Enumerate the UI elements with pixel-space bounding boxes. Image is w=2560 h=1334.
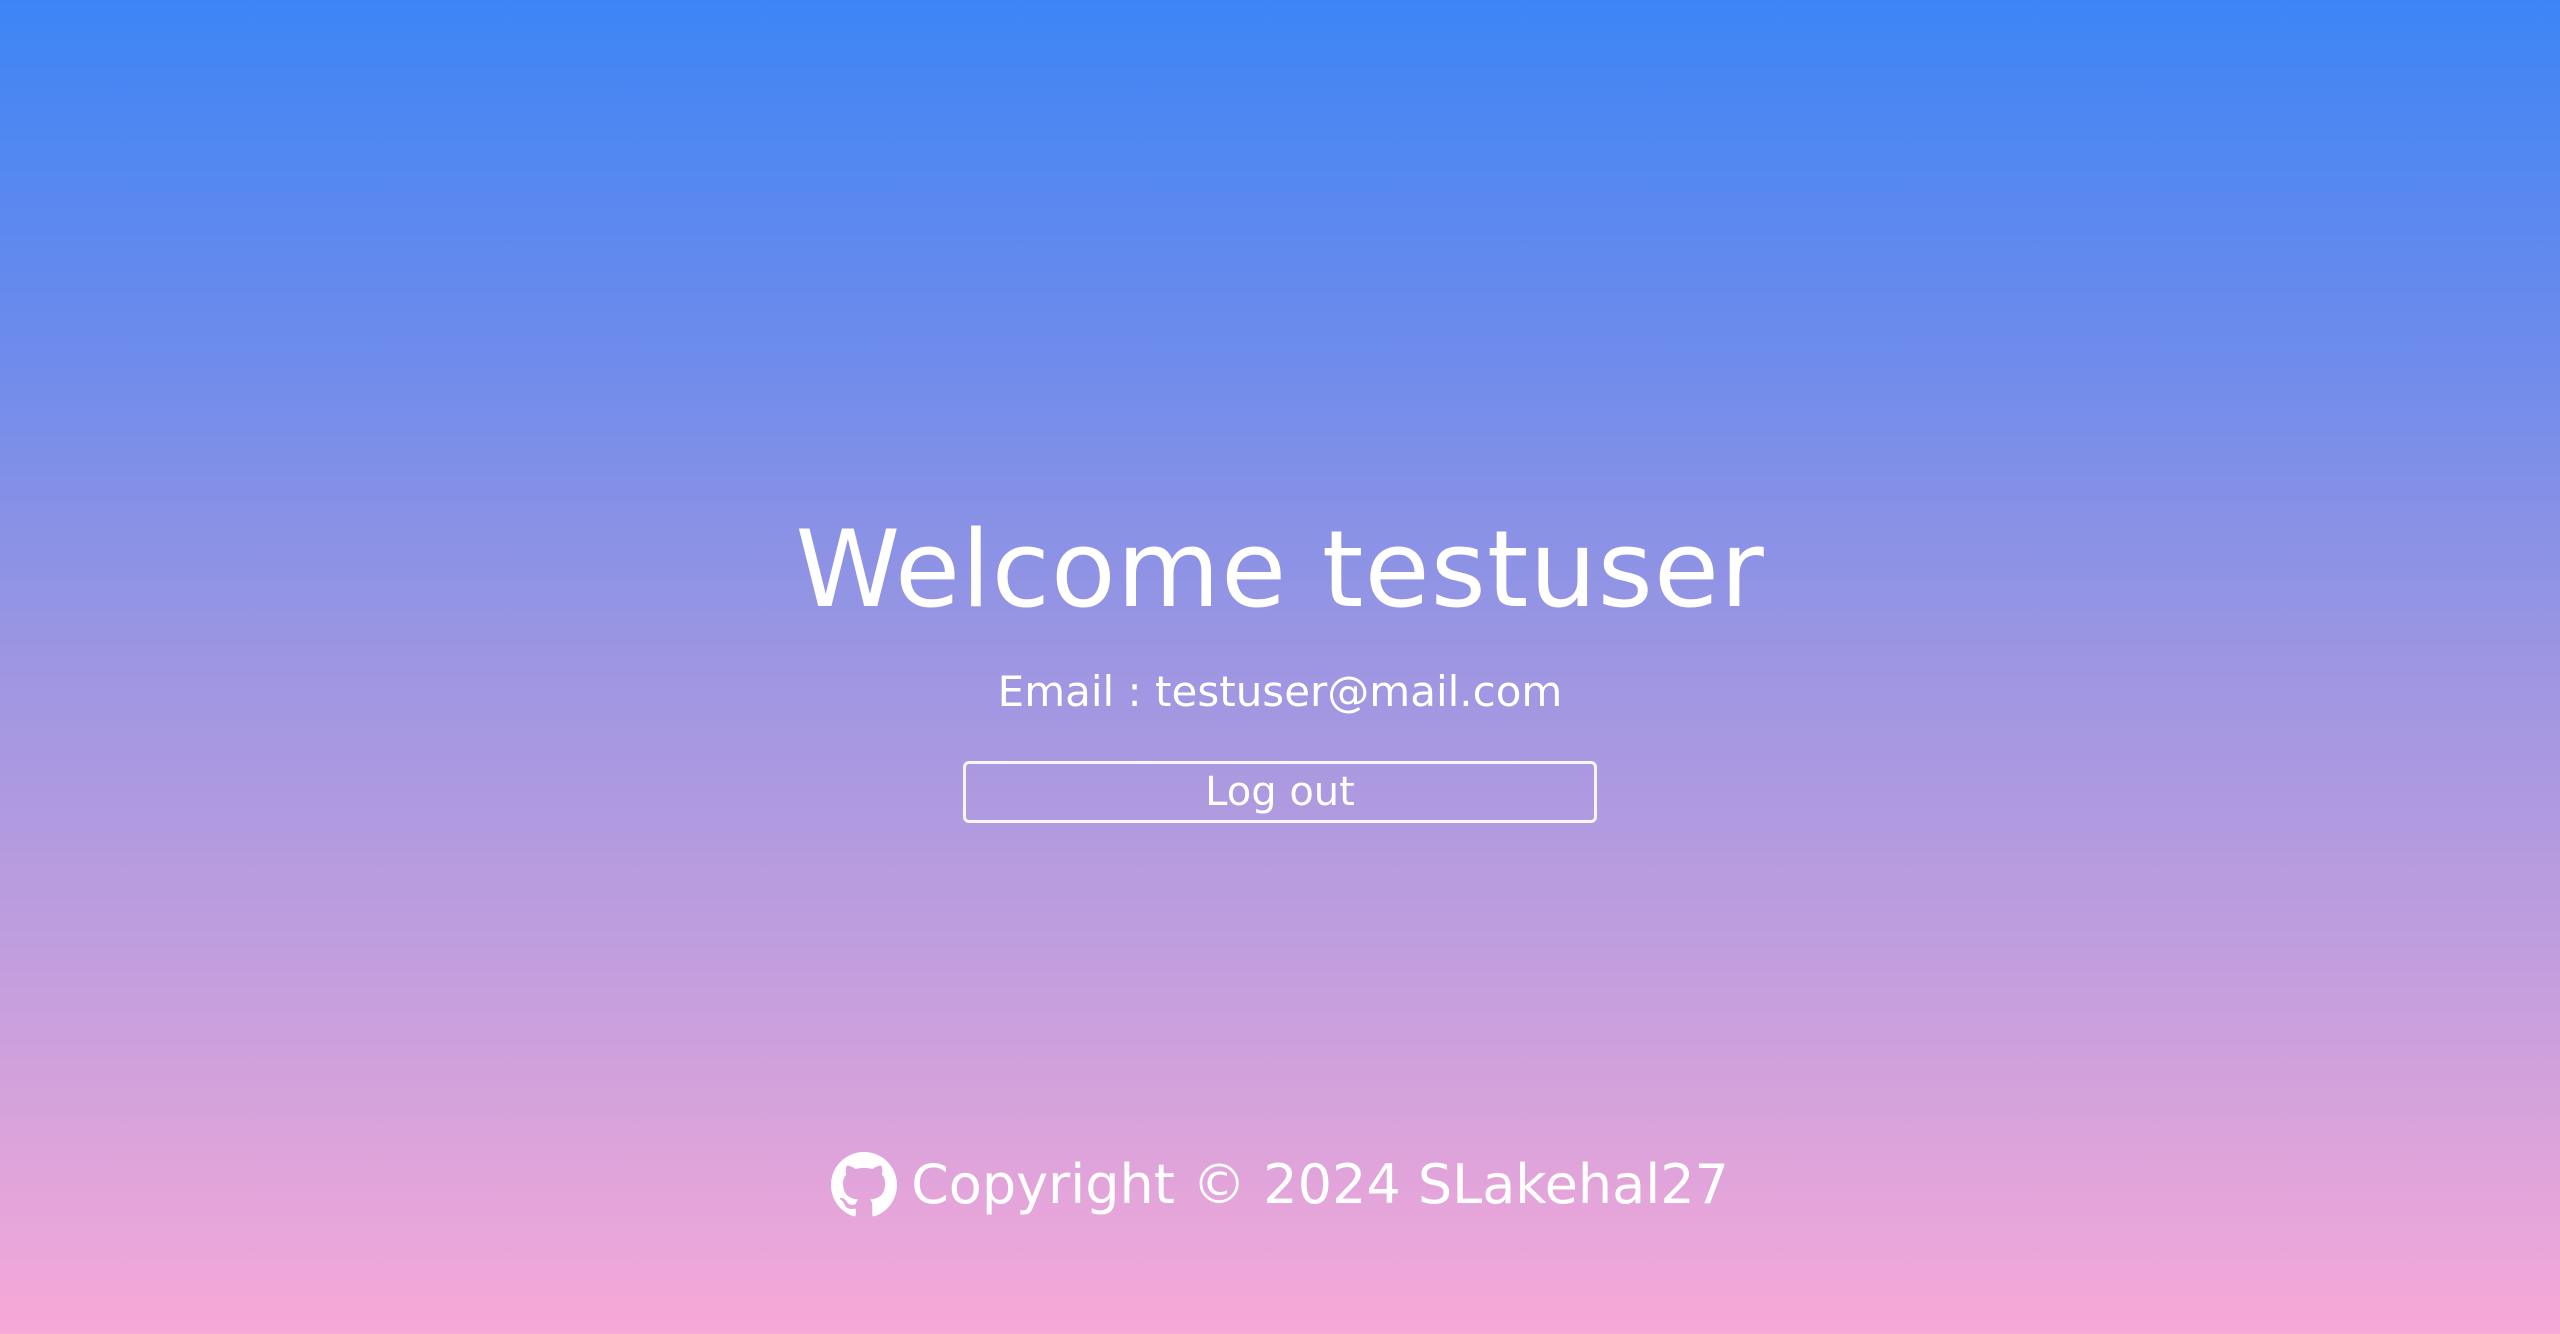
github-icon[interactable] xyxy=(831,1152,898,1218)
logout-button[interactable]: Log out xyxy=(963,761,1597,823)
copyright-text: Copyright © 2024 SLakehal27 xyxy=(911,1153,1729,1216)
welcome-heading: Welcome testuser xyxy=(795,508,1765,631)
footer: Copyright © 2024 SLakehal27 xyxy=(0,1150,2560,1220)
page: Welcome testuser Email : testuser@mail.c… xyxy=(0,0,2560,1334)
user-email: Email : testuser@mail.com xyxy=(997,667,1563,716)
